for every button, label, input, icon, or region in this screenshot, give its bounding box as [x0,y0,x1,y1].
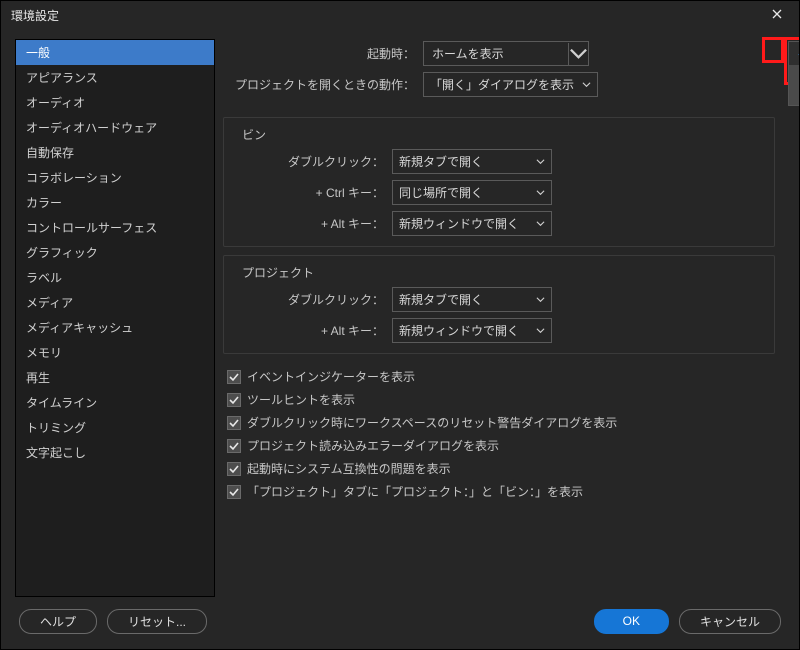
help-button[interactable]: ヘルプ [19,609,97,634]
checkbox-row[interactable]: イベントインジケーターを表示 [227,368,785,385]
project-group: プロジェクト ダブルクリック： 新規タブで開く + Alt キー： 新規ウィンド… [223,255,775,354]
sidebar-item[interactable]: グラフィック [16,240,214,265]
sidebar-item[interactable]: 一般 [16,40,214,65]
sidebar-item[interactable]: 自動保存 [16,140,214,165]
sidebar-item[interactable]: オーディオ [16,90,214,115]
dropdown-option[interactable]: 最新のプロジェクトを開く [789,65,799,105]
bin-group: ビン ダブルクリック： 新規タブで開く + Ctrl キー： 同じ場所で開く +… [223,117,775,247]
bin-dblclick-select[interactable]: 新規タブで開く [392,149,552,174]
startup-select-value: ホームを表示 [424,42,568,65]
sidebar-item[interactable]: 文字起こし [16,440,214,465]
checkbox-label: プロジェクト読み込みエラーダイアログを表示 [247,437,499,454]
sidebar-item[interactable]: オーディオハードウェア [16,115,214,140]
bin-ctrl-select[interactable]: 同じ場所で開く [392,180,552,205]
startup-select[interactable]: ホームを表示 [423,41,589,66]
category-sidebar[interactable]: 一般アピアランスオーディオオーディオハードウェア自動保存コラボレーションカラーコ… [15,39,215,597]
checkbox-row[interactable]: ツールヒントを表示 [227,391,785,408]
checkbox-row[interactable]: プロジェクト読み込みエラーダイアログを表示 [227,437,785,454]
chevron-down-icon [568,43,588,65]
startup-label: 起動時： [223,45,415,62]
checkbox-label: 「プロジェクト」タブに「プロジェクト：」と「ビン：」を表示 [247,483,583,500]
chevron-down-icon [582,78,591,92]
open-project-value: 「開く」ダイアログを表示 [430,76,574,93]
checkbox-icon [227,485,241,499]
sidebar-item[interactable]: コントロールサーフェス [16,215,214,240]
checkbox-icon [227,462,241,476]
sidebar-item[interactable]: 再生 [16,365,214,390]
sidebar-item[interactable]: アピアランス [16,65,214,90]
startup-dropdown-menu[interactable]: ホームを表示最新のプロジェクトを開く [788,41,799,106]
general-panel: 起動時： ホームを表示 プロジェクトを開くときの動作： 「開く」ダイアログを表示 [223,39,785,597]
ok-button[interactable]: OK [594,609,669,634]
sidebar-item[interactable]: メモリ [16,340,214,365]
sidebar-item[interactable]: ラベル [16,265,214,290]
proj-alt-select[interactable]: 新規ウィンドウで開く [392,318,552,343]
checkbox-icon [227,370,241,384]
open-project-select[interactable]: 「開く」ダイアログを表示 [423,72,598,97]
checkbox-row[interactable]: 「プロジェクト」タブに「プロジェクト：」と「ビン：」を表示 [227,483,785,500]
proj-dblclick-label: ダブルクリック： [234,291,384,308]
window-title: 環境設定 [11,7,59,24]
checkbox-row[interactable]: 起動時にシステム互換性の問題を表示 [227,460,785,477]
preferences-window: 環境設定 一般アピアランスオーディオオーディオハードウェア自動保存コラボレーショ… [0,0,800,650]
proj-alt-label: + Alt キー： [234,322,384,339]
chevron-down-icon [536,293,545,307]
sidebar-item[interactable]: メディアキャッシュ [16,315,214,340]
bin-group-title: ビン [238,126,270,143]
checkbox-icon [227,439,241,453]
checkbox-list: イベントインジケーターを表示ツールヒントを表示ダブルクリック時にワークスペースの… [223,362,785,506]
project-group-title: プロジェクト [238,264,318,281]
sidebar-item[interactable]: メディア [16,290,214,315]
checkbox-label: ツールヒントを表示 [247,391,355,408]
checkbox-label: 起動時にシステム互換性の問題を表示 [247,460,451,477]
sidebar-item[interactable]: タイムライン [16,390,214,415]
bin-ctrl-label: + Ctrl キー： [234,184,384,201]
chevron-down-icon [536,217,545,231]
sidebar-item[interactable]: カラー [16,190,214,215]
chevron-down-icon [536,324,545,338]
chevron-down-icon [536,186,545,200]
dialog-footer: ヘルプ リセット... OK キャンセル [1,603,799,649]
cancel-button[interactable]: キャンセル [679,609,781,634]
dropdown-option[interactable]: ホームを表示 [789,42,799,65]
sidebar-item[interactable]: トリミング [16,415,214,440]
bin-alt-select[interactable]: 新規ウィンドウで開く [392,211,552,236]
chevron-down-icon [536,155,545,169]
sidebar-item[interactable]: コラボレーション [16,165,214,190]
checkbox-icon [227,393,241,407]
open-project-label: プロジェクトを開くときの動作： [223,76,415,93]
proj-dblclick-select[interactable]: 新規タブで開く [392,287,552,312]
checkbox-row[interactable]: ダブルクリック時にワークスペースのリセット警告ダイアログを表示 [227,414,785,431]
close-button[interactable] [761,2,793,28]
reset-button[interactable]: リセット... [107,609,207,634]
checkbox-label: イベントインジケーターを表示 [247,368,415,385]
checkbox-icon [227,416,241,430]
checkbox-label: ダブルクリック時にワークスペースのリセット警告ダイアログを表示 [247,414,617,431]
titlebar: 環境設定 [1,1,799,29]
bin-dblclick-label: ダブルクリック： [234,153,384,170]
check-icon [797,49,799,59]
bin-alt-label: + Alt キー： [234,215,384,232]
close-icon [772,8,782,22]
